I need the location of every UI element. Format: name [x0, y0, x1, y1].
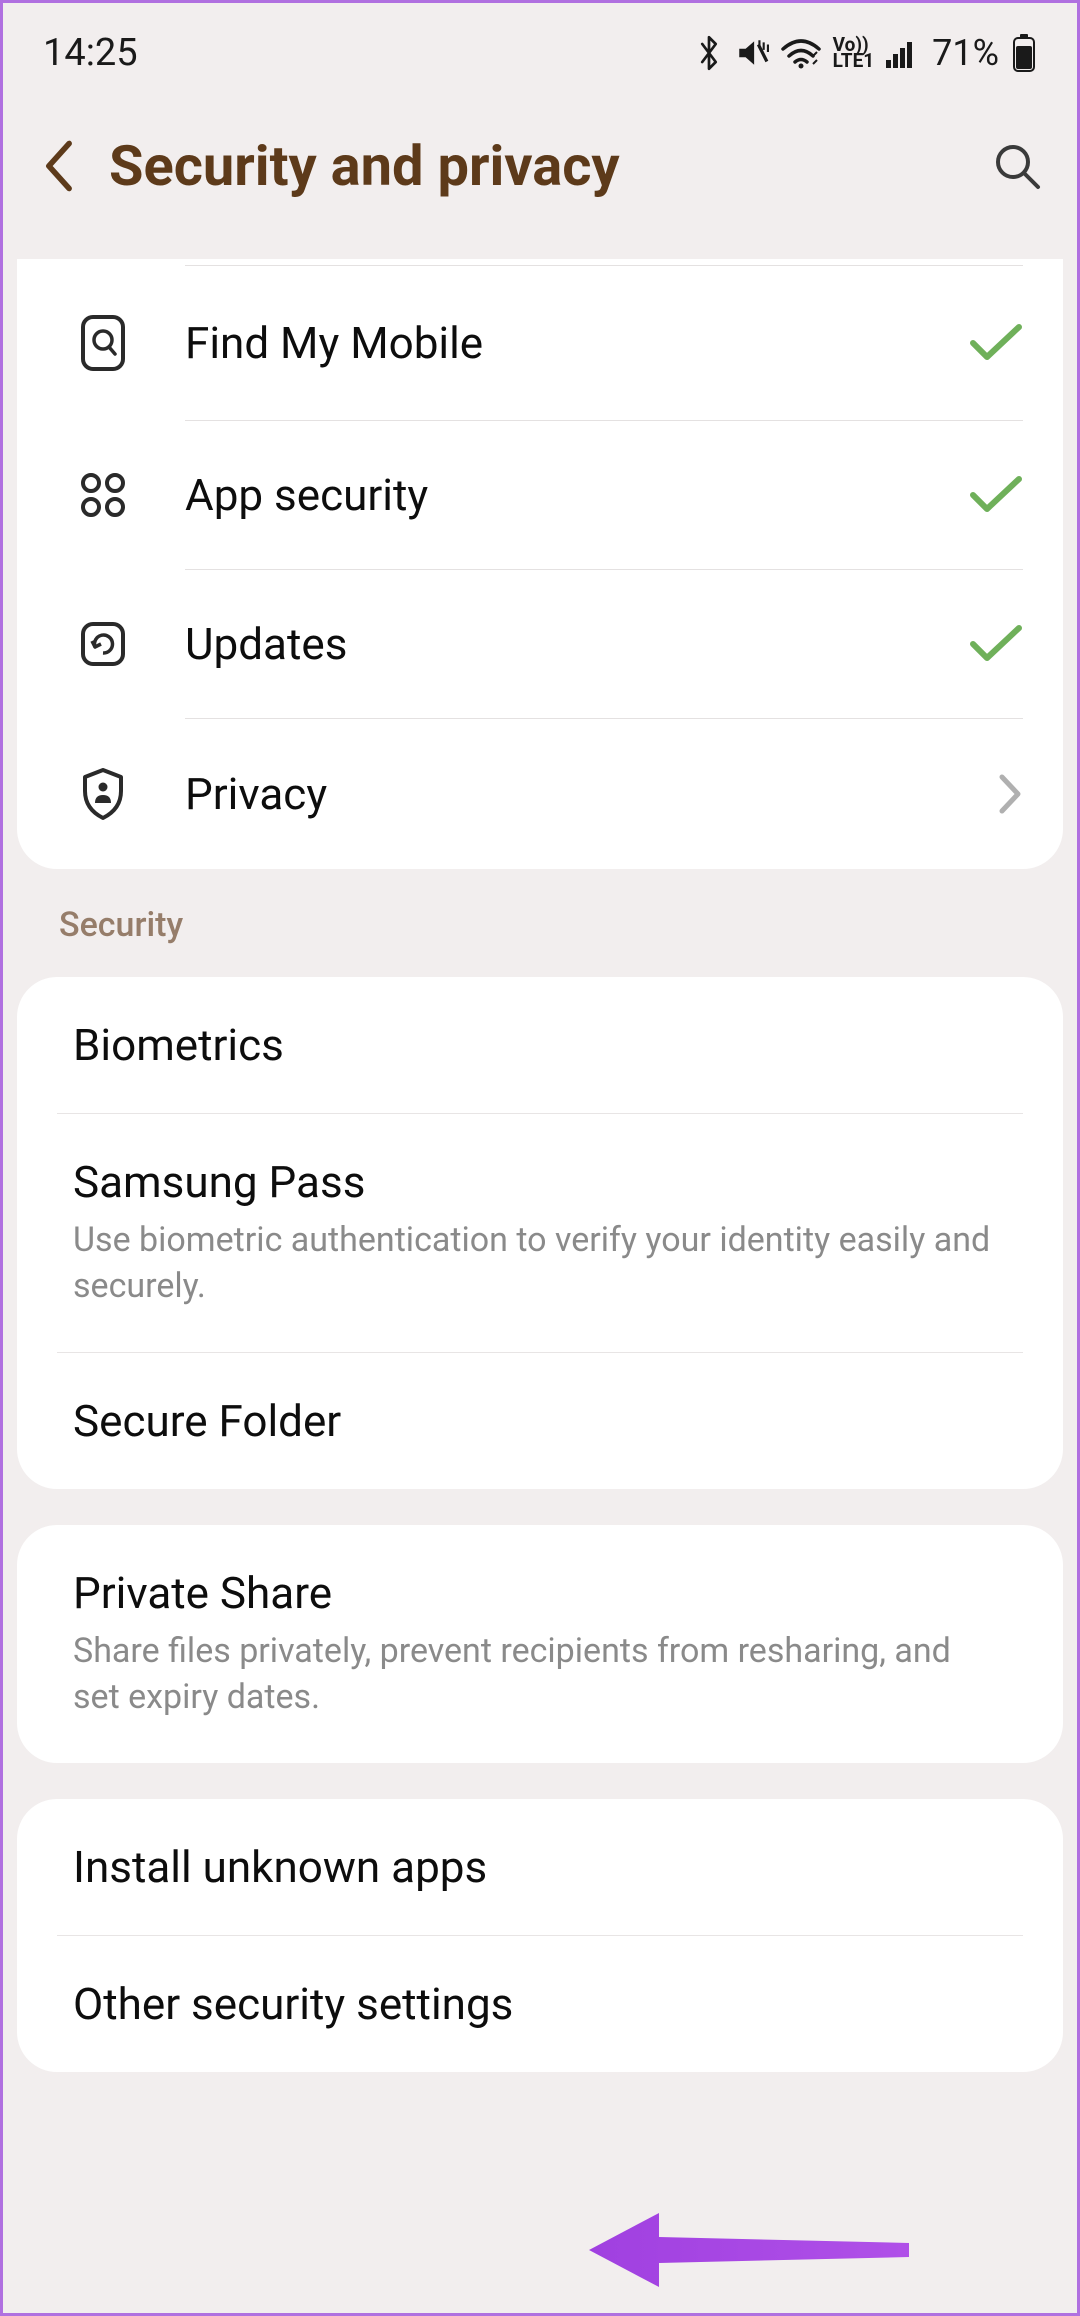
row-secure-folder[interactable]: Secure Folder — [17, 1353, 1063, 1489]
wifi-icon — [781, 37, 821, 69]
other-card: Install unknown apps Other security sett… — [17, 1799, 1063, 2072]
status-time: 14:25 — [43, 31, 138, 75]
row-find-my-mobile[interactable]: Find My Mobile — [17, 266, 1063, 420]
row-label: Updates — [185, 618, 963, 670]
row-other-security-settings[interactable]: Other security settings — [17, 1936, 1063, 2072]
row-privacy[interactable]: Privacy — [17, 719, 1063, 869]
section-label-security: Security — [3, 905, 1077, 977]
row-app-security[interactable]: App security — [17, 421, 1063, 569]
row-title: Private Share — [73, 1567, 1007, 1619]
annotation-arrow — [589, 2203, 909, 2302]
row-subtitle: Use biometric authentication to verify y… — [73, 1218, 1007, 1310]
search-button[interactable] — [991, 140, 1043, 192]
row-title: Samsung Pass — [73, 1156, 1007, 1208]
check-icon — [963, 475, 1023, 515]
row-label: App security — [185, 469, 963, 521]
check-icon — [963, 323, 1023, 363]
apps-icon — [73, 470, 133, 520]
header: Security and privacy — [3, 93, 1077, 259]
row-subtitle: Share files privately, prevent recipient… — [73, 1629, 1007, 1721]
row-samsung-pass[interactable]: Samsung Pass Use biometric authenticatio… — [17, 1114, 1063, 1352]
signal-icon — [886, 38, 920, 68]
volte-icon: Vo))LTE1 — [833, 37, 875, 69]
chevron-right-icon — [963, 772, 1023, 816]
back-button[interactable] — [37, 144, 81, 188]
find-mobile-icon — [73, 314, 133, 372]
dashboard-card: Find My Mobile App security Updates — [17, 259, 1063, 869]
page-title: Security and privacy — [109, 133, 963, 199]
battery-text: 71% — [932, 32, 999, 74]
share-card: Private Share Share files privately, pre… — [17, 1525, 1063, 1763]
bluetooth-icon — [695, 35, 723, 71]
security-card: Biometrics Samsung Pass Use biometric au… — [17, 977, 1063, 1489]
row-title: Other security settings — [73, 1978, 1007, 2030]
row-title: Secure Folder — [73, 1395, 1007, 1447]
status-bar: 14:25 Vo))LTE1 71% — [3, 3, 1077, 93]
row-biometrics[interactable]: Biometrics — [17, 977, 1063, 1113]
mute-icon — [735, 36, 769, 70]
row-updates[interactable]: Updates — [17, 570, 1063, 718]
row-private-share[interactable]: Private Share Share files privately, pre… — [17, 1525, 1063, 1763]
updates-icon — [73, 619, 133, 669]
check-icon — [963, 624, 1023, 664]
status-indicators: Vo))LTE1 71% — [695, 32, 1037, 74]
row-title: Install unknown apps — [73, 1841, 1007, 1893]
shield-icon — [73, 767, 133, 821]
row-label: Privacy — [185, 768, 963, 820]
row-label: Find My Mobile — [185, 317, 963, 369]
row-title: Biometrics — [73, 1019, 1007, 1071]
battery-icon — [1011, 34, 1037, 72]
row-install-unknown-apps[interactable]: Install unknown apps — [17, 1799, 1063, 1935]
